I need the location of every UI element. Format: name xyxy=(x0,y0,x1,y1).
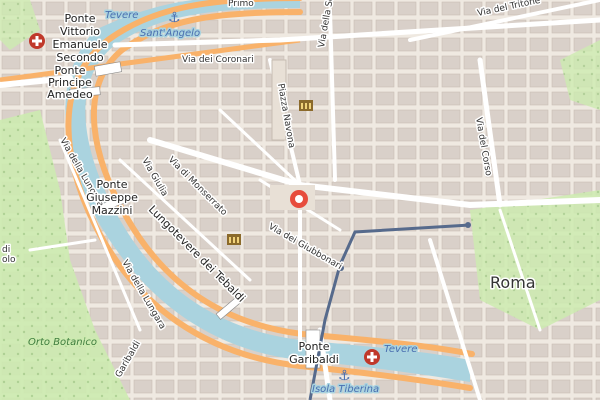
label-primo: Primo xyxy=(228,0,254,9)
label-isola-tiberina: Isola Tiberina xyxy=(312,384,379,395)
label-sant-angelo: Sant'Angelo xyxy=(140,28,200,39)
anchor-icon: ⚓ xyxy=(338,368,351,384)
museum-icon[interactable] xyxy=(227,234,241,245)
label-olo: olo xyxy=(2,255,16,265)
map-view[interactable]: ⚓ ⚓ Tevere Sant'Angelo Primo Via dei Cor… xyxy=(0,0,600,400)
hospital-icon[interactable] xyxy=(364,349,380,365)
hospital-icon[interactable] xyxy=(29,33,45,49)
label-orto-botanico: Orto Botanico xyxy=(28,337,97,348)
label-tevere-bottom: Tevere xyxy=(384,344,417,355)
label-di: di xyxy=(2,245,10,255)
map-pin-icon[interactable] xyxy=(290,190,308,208)
label-tevere-top: Tevere xyxy=(105,10,138,21)
anchor-icon: ⚓ xyxy=(168,10,181,26)
map-canvas: ⚓ ⚓ Tevere Sant'Angelo Primo Via dei Cor… xyxy=(0,0,600,400)
tram-stop xyxy=(465,222,471,228)
label-via-dei-coronari: Via dei Coronari xyxy=(182,55,254,65)
museum-icon[interactable] xyxy=(299,100,313,111)
label-roma: Roma xyxy=(490,273,536,292)
